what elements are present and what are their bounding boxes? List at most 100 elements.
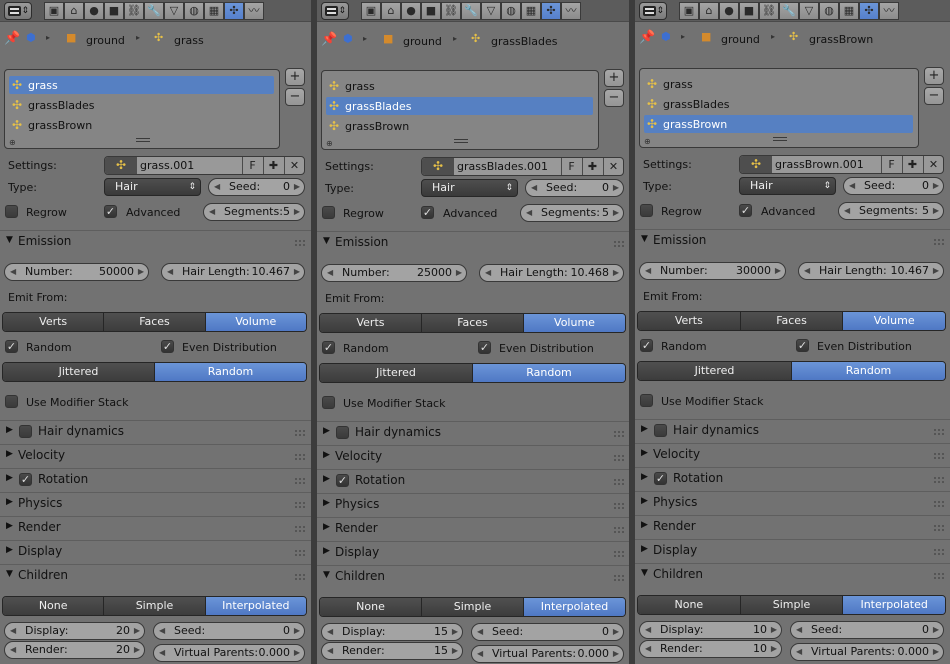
segments-field[interactable]: Segments: 5 ◀ ▶ [838, 202, 944, 220]
children-option-none[interactable]: None [3, 597, 105, 615]
even-distribution-checkbox[interactable]: ✓ [478, 341, 491, 354]
drag-grip-icon[interactable] [295, 454, 305, 460]
decrement-icon[interactable]: ◀ [159, 645, 165, 661]
material-context-button[interactable]: ◍ [501, 2, 521, 20]
drag-grip-icon[interactable] [614, 527, 624, 533]
decrement-icon[interactable]: ◀ [10, 623, 16, 639]
children-seed-field[interactable]: Seed: 0 ◀ ▶ [153, 622, 305, 640]
decrement-icon[interactable]: ◀ [485, 265, 491, 281]
list-item[interactable]: ✣ grassBlades [9, 96, 274, 114]
children-option-simple[interactable]: Simple [422, 598, 524, 616]
display-panel-header[interactable]: ▶ Display [0, 540, 311, 562]
distribution-option-random[interactable]: Random [792, 362, 945, 380]
object-context-button[interactable]: ■ [421, 2, 441, 20]
increment-icon[interactable]: ▶ [933, 178, 939, 194]
scene-context-button[interactable]: ⌂ [699, 2, 719, 20]
decrement-icon[interactable]: ◀ [10, 264, 16, 280]
world-context-button[interactable]: ● [401, 2, 421, 20]
children-seed-field[interactable]: Seed: 0 ◀ ▶ [790, 621, 944, 639]
physics-context-button[interactable]: 〰 [561, 2, 581, 20]
seed-field[interactable]: Seed: 0 ◀ ▶ [843, 177, 944, 195]
decrement-icon[interactable]: ◀ [167, 264, 173, 280]
increment-icon[interactable]: ▶ [294, 204, 300, 220]
virtual-parents-field[interactable]: Virtual Parents: 0.000 ◀ ▶ [471, 645, 624, 663]
list-item[interactable]: ✣ grassBrown [326, 117, 593, 135]
decrement-icon[interactable]: ◀ [804, 263, 810, 279]
particles-icon[interactable]: ✣ [105, 157, 137, 174]
texture-context-button[interactable]: ▦ [521, 2, 541, 20]
decrement-icon[interactable]: ◀ [645, 641, 651, 657]
decrement-icon[interactable]: ◀ [327, 643, 333, 659]
increment-icon[interactable]: ▶ [613, 180, 619, 196]
add-settings-icon[interactable]: ✚ [902, 156, 922, 173]
use-modifier-stack-checkbox[interactable] [640, 394, 653, 407]
children-display-field[interactable]: Display: 15 ◀ ▶ [321, 623, 463, 641]
increment-icon[interactable]: ▶ [933, 622, 939, 638]
decrement-icon[interactable]: ◀ [526, 205, 532, 221]
use-modifier-stack-checkbox[interactable] [322, 396, 335, 409]
settings-datablock-field[interactable]: ✣ grassBlades.001 F ✚ ✕ [421, 157, 624, 176]
decrement-icon[interactable]: ◀ [645, 263, 651, 279]
number-field[interactable]: Number: 30000 ◀ ▶ [639, 262, 786, 280]
editor-type-selector[interactable]: ⇕ [639, 2, 667, 20]
object-context-button[interactable]: ■ [104, 2, 124, 20]
random-checkbox[interactable]: ✓ [640, 339, 653, 352]
panel-enable-checkbox[interactable] [336, 426, 349, 439]
rotation-panel-header[interactable]: ▶ ✓ Rotation [635, 467, 950, 489]
decrement-icon[interactable]: ◀ [214, 179, 220, 195]
particles-context-button[interactable]: ✣ [541, 2, 561, 20]
children-panel-header[interactable]: ▼ Children [635, 563, 950, 585]
velocity-panel-header[interactable]: ▶ Velocity [317, 445, 630, 467]
emit-option-volume[interactable]: Volume [843, 312, 945, 330]
hair-dynamics-panel-header[interactable]: ▶ Hair dynamics [317, 421, 630, 443]
increment-icon[interactable]: ▶ [294, 623, 300, 639]
scene-context-button[interactable]: ⌂ [64, 2, 84, 20]
emission-panel-header[interactable]: ▼ Emission [0, 230, 311, 252]
decrement-icon[interactable]: ◀ [844, 203, 850, 219]
emit-option-faces[interactable]: Faces [104, 313, 206, 331]
decrement-icon[interactable]: ◀ [645, 622, 651, 638]
emit-option-faces[interactable]: Faces [740, 312, 844, 330]
settings-datablock-field[interactable]: ✣ grass.001 F ✚ ✕ [104, 156, 305, 175]
settings-name[interactable]: grass.001 [140, 158, 194, 173]
remove-particle-system-button[interactable]: − [604, 89, 624, 107]
drag-grip-icon[interactable] [614, 575, 624, 581]
settings-datablock-field[interactable]: ✣ grassBrown.001 F ✚ ✕ [739, 155, 944, 174]
emit-option-verts[interactable]: Verts [3, 313, 105, 331]
drag-grip-icon[interactable] [614, 431, 624, 437]
children-render-field[interactable]: Render: 15 ◀ ▶ [321, 642, 463, 660]
increment-icon[interactable]: ▶ [138, 264, 144, 280]
particles-context-button[interactable]: ✣ [224, 2, 244, 20]
list-item[interactable]: ✣ grassBrown [644, 115, 913, 133]
random-checkbox[interactable]: ✓ [5, 340, 18, 353]
velocity-panel-header[interactable]: ▶ Velocity [0, 444, 311, 466]
display-panel-header[interactable]: ▶ Display [635, 539, 950, 561]
number-field[interactable]: Number: 25000 ◀ ▶ [321, 264, 467, 282]
decrement-icon[interactable]: ◀ [10, 642, 16, 658]
particles-icon[interactable]: ✣ [740, 156, 772, 173]
children-option-none[interactable]: None [320, 598, 422, 616]
segments-field[interactable]: Segments: 5 ◀ ▶ [203, 203, 305, 221]
drag-grip-icon[interactable] [614, 241, 624, 247]
add-settings-icon[interactable]: ✚ [263, 157, 283, 174]
increment-icon[interactable]: ▶ [456, 265, 462, 281]
increment-icon[interactable]: ▶ [134, 642, 140, 658]
distribution-option-jittered[interactable]: Jittered [320, 364, 473, 382]
world-context-button[interactable]: ● [84, 2, 104, 20]
modifiers-context-button[interactable]: 🔧 [144, 2, 164, 20]
rotation-panel-header[interactable]: ▶ ✓ Rotation [317, 469, 630, 491]
increment-icon[interactable]: ▶ [294, 264, 300, 280]
children-option-none[interactable]: None [638, 596, 741, 614]
pin-icon[interactable]: 📌 [639, 30, 655, 45]
rotation-panel-header[interactable]: ▶ ✓ Rotation [0, 468, 311, 490]
increment-icon[interactable]: ▶ [452, 643, 458, 659]
increment-icon[interactable]: ▶ [933, 263, 939, 279]
add-particle-system-button[interactable]: + [285, 68, 305, 86]
physics-panel-header[interactable]: ▶ Physics [317, 493, 630, 515]
decrement-icon[interactable]: ◀ [531, 180, 537, 196]
advanced-checkbox[interactable]: ✓ [104, 205, 117, 218]
children-display-field[interactable]: Display: 20 ◀ ▶ [4, 622, 145, 640]
emit-option-faces[interactable]: Faces [422, 314, 524, 332]
panel-enable-checkbox[interactable] [19, 425, 32, 438]
drag-grip-icon[interactable] [934, 501, 944, 507]
